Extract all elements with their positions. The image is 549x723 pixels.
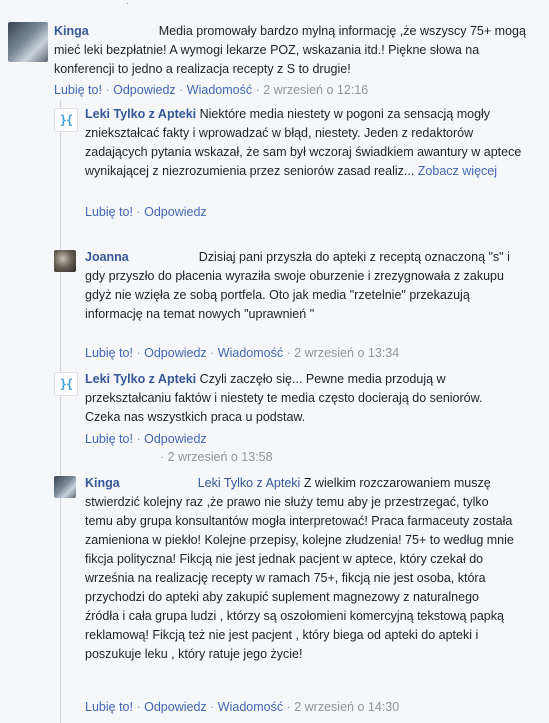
comment-timestamp[interactable]: 2 wrzesień o 14:30 [294,700,399,714]
reply-button[interactable]: Odpowiedz [144,346,207,360]
comment-text: Media promowały bardzo mylną informację … [54,24,526,76]
top-separator: · [126,0,130,9]
brackets-logo-icon: }{ [59,113,73,127]
comment-author[interactable]: Leki Tylko z Apteki [85,372,196,386]
comment-actions: Lubię to! · Odpowiedz [85,432,207,446]
page-logo-avatar[interactable]: }{ [54,372,78,396]
reply-thread-line [60,100,61,723]
comment-author[interactable]: Joanna [85,250,129,264]
comment-timestamp[interactable]: 2 wrzesień o 12:16 [263,83,368,97]
like-button[interactable]: Lubię to! [85,700,133,714]
reply-button[interactable]: Odpowiedz [144,700,207,714]
like-button[interactable]: Lubię to! [85,205,133,219]
mention-link[interactable]: Leki Tylko z Apteki [198,476,301,490]
like-button[interactable]: Lubię to! [85,432,133,446]
comment-text: Z wielkim rozczarowaniem muszę stwierdzi… [85,476,514,661]
comment-actions: Lubię to! · Odpowiedz · Wiadomość · 2 wr… [85,700,400,714]
comment-timestamp[interactable]: 2 wrzesień o 13:58 [168,450,273,464]
comment-text: Dzisiaj pani przyszła do apteki z recept… [85,250,510,321]
comment-time-row: · 2 wrzesień o 13:58 [160,450,273,464]
message-button[interactable]: Wiadomość [218,346,283,360]
reply-button[interactable]: Odpowiedz [144,205,207,219]
avatar[interactable] [54,250,76,272]
message-button[interactable]: Wiadomość [187,83,252,97]
see-more-link[interactable]: Zobacz więcej [418,164,497,178]
comment-actions: Lubię to! · Odpowiedz · Wiadomość · 2 wr… [85,346,400,360]
like-button[interactable]: Lubię to! [54,83,102,97]
reply-button[interactable]: Odpowiedz [113,83,176,97]
page-logo-avatar[interactable]: }{ [54,108,78,132]
comment-timestamp[interactable]: 2 wrzesień o 13:34 [294,346,399,360]
brackets-logo-icon: }{ [59,377,73,391]
comment-actions: Lubię to! · Odpowiedz [85,205,207,219]
message-button[interactable]: Wiadomość [218,700,283,714]
comment-author[interactable]: Kinga [54,24,89,38]
comment-author[interactable]: Kinga [85,476,120,490]
avatar[interactable] [8,22,48,62]
like-button[interactable]: Lubię to! [85,346,133,360]
comment-author[interactable]: Leki Tylko z Apteki [85,107,196,121]
comment-actions: Lubię to! · Odpowiedz · Wiadomość · 2 wr… [54,83,369,97]
reply-button[interactable]: Odpowiedz [144,432,207,446]
avatar[interactable] [54,476,76,498]
